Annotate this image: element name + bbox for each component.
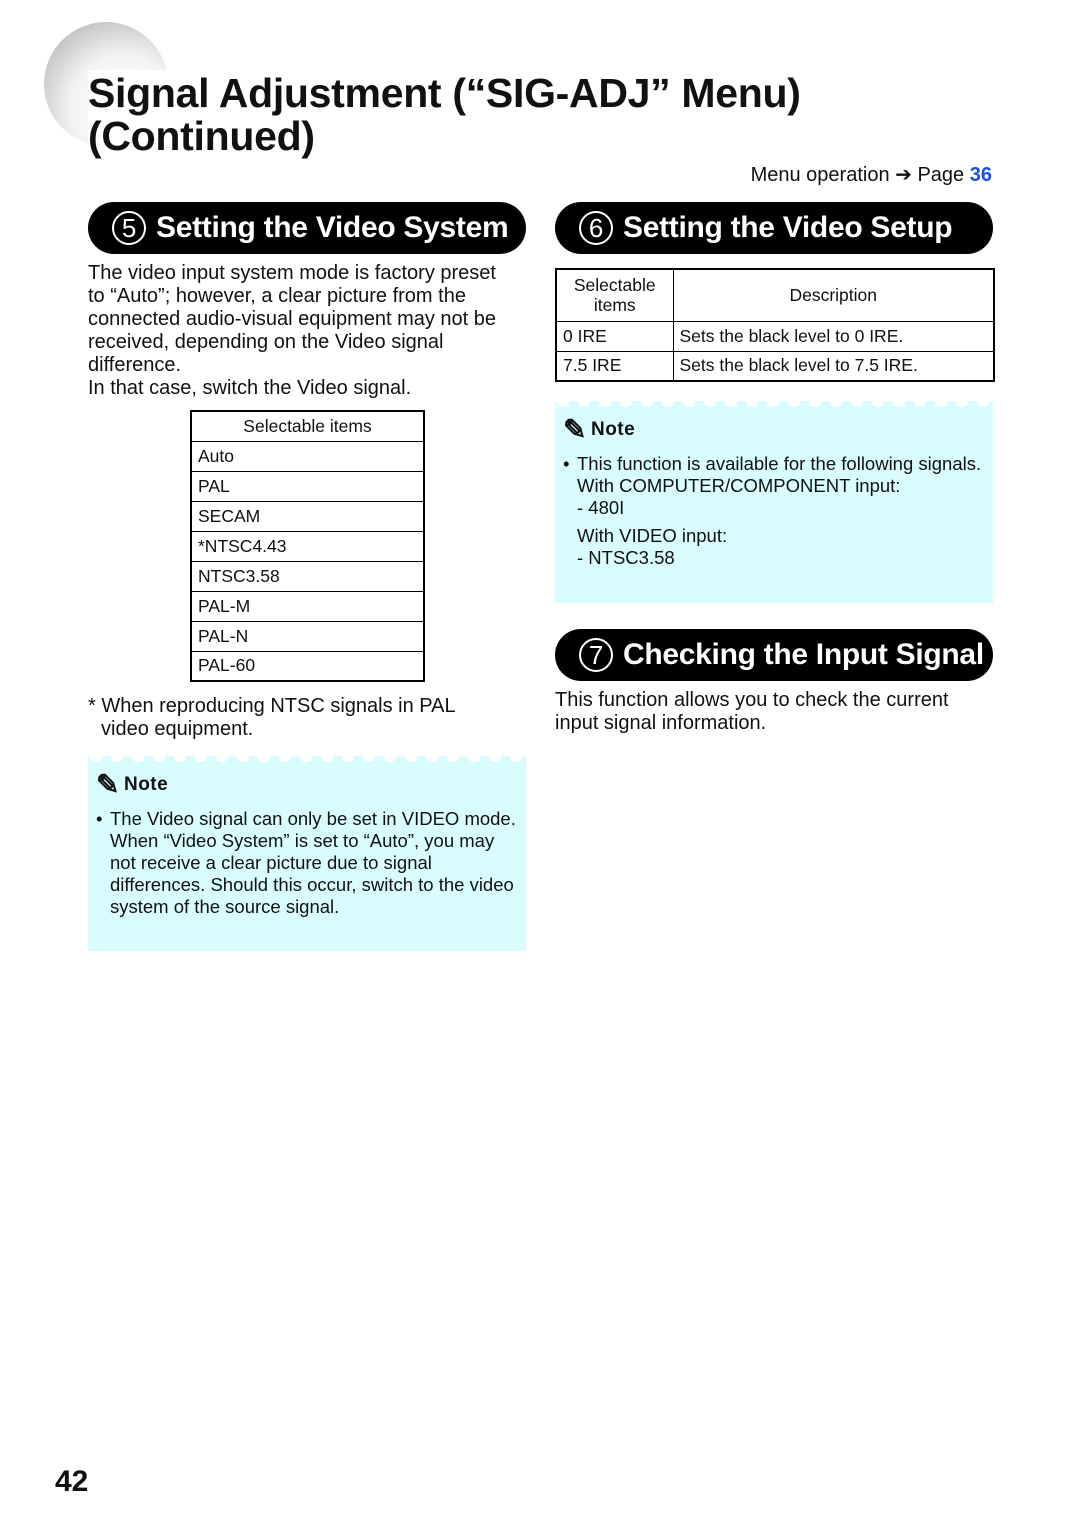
page-number: 42 <box>55 1465 89 1498</box>
arrow-icon: ➔ <box>895 164 912 186</box>
note-box: ✎Note The Video signal can only be set i… <box>88 750 526 951</box>
table-row: 7.5 IRE Sets the black level to 7.5 IRE. <box>555 350 995 382</box>
section-7-heading: 7 Checking the Input Signal <box>555 629 993 681</box>
table-row: NTSC3.58 <box>190 560 425 592</box>
section-6-heading: 6 Setting the Video Setup <box>555 202 993 254</box>
video-setup-table: Selectable items Description 0 IRE Sets th… <box>555 268 995 382</box>
footnote: * When reproducing NTSC signals in PAL vi… <box>88 695 456 740</box>
video-system-table: Selectable items Auto PAL SECAM *NTSC4.4… <box>190 410 425 682</box>
table-row: 0 IRE Sets the black level to 0 IRE. <box>555 320 995 352</box>
page-link[interactable]: 36 <box>970 164 992 186</box>
note-box: ✎Note This function is available for the… <box>555 395 993 603</box>
menu-operation-ref: Menu operation ➔ Page 36 <box>750 164 992 186</box>
table-row: PAL <box>190 470 425 502</box>
pencil-icon: ✎ <box>96 769 120 800</box>
table-row: Auto <box>190 440 425 472</box>
section-5-heading: 5 Setting the Video System <box>88 202 526 254</box>
pencil-icon: ✎ <box>563 414 587 445</box>
table-row: SECAM <box>190 500 425 532</box>
table-row: PAL-60 <box>190 650 425 682</box>
section-5-text: The video input system mode is factory p… <box>88 262 497 399</box>
page-title: Signal Adjustment (“SIG-ADJ” Menu) (Conti… <box>88 70 801 159</box>
table-row: *NTSC4.43 <box>190 530 425 562</box>
table-row: PAL-M <box>190 590 425 622</box>
table-row: PAL-N <box>190 620 425 652</box>
section-7-text: This function allows you to check the cu… <box>555 689 949 734</box>
